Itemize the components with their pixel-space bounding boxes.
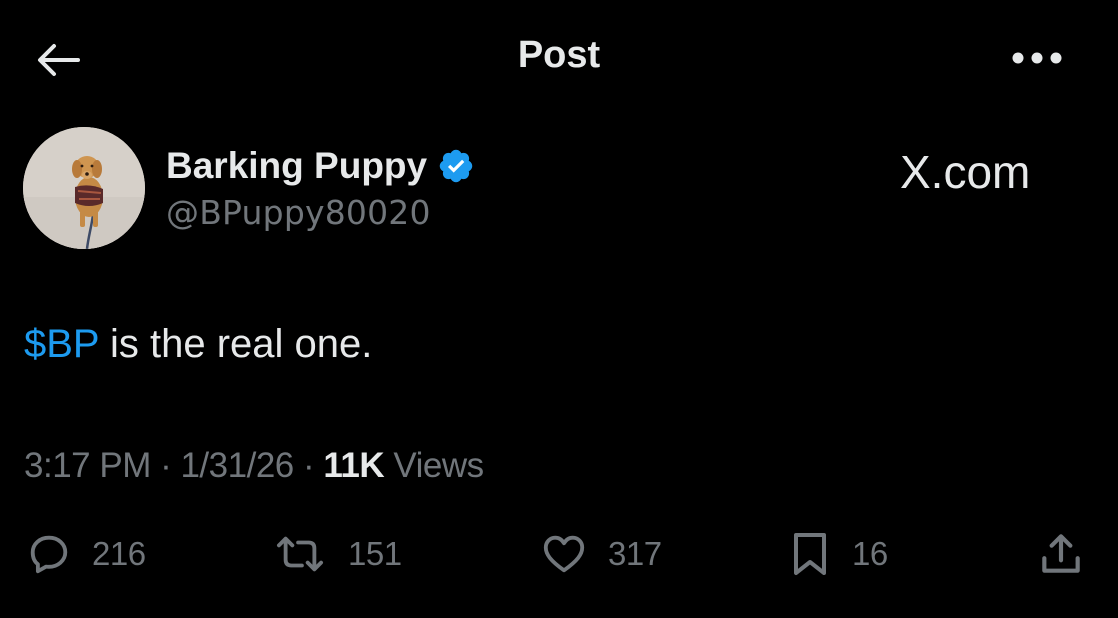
repost-button[interactable]: 151 <box>272 528 402 580</box>
bookmark-button[interactable]: 16 <box>788 528 888 580</box>
share-icon <box>1042 534 1080 573</box>
watermark-xcom: X.com <box>900 146 1031 198</box>
verified-badge-icon <box>439 149 473 183</box>
reply-count: 216 <box>92 535 146 572</box>
post-text-body: is the real one. <box>98 322 373 366</box>
author-name[interactable]: Barking Puppy <box>166 145 427 187</box>
avatar[interactable] <box>23 127 145 249</box>
post-date[interactable]: 1/31/26 <box>180 446 294 485</box>
meta-separator: · <box>293 446 324 485</box>
like-button[interactable]: 317 <box>540 528 662 580</box>
reply-button[interactable]: 216 <box>26 528 146 580</box>
post-meta: 3:17 PM · 1/31/26 · 11K Views <box>24 446 484 486</box>
heart-icon <box>543 535 585 573</box>
author-name-row: Barking Puppy <box>166 142 475 190</box>
author-handle[interactable]: @BPuppy80020 <box>166 193 431 232</box>
post-time[interactable]: 3:17 PM <box>24 446 151 485</box>
repost-count: 151 <box>348 535 402 572</box>
meta-separator: · <box>150 446 181 485</box>
repost-icon <box>277 536 324 572</box>
reply-icon <box>30 535 68 574</box>
views-label: Views <box>384 446 484 485</box>
post-text: $BP is the real one. <box>24 322 372 367</box>
bookmark-icon <box>794 533 826 575</box>
cashtag-link[interactable]: $BP <box>24 322 99 366</box>
bookmark-count: 16 <box>852 535 888 572</box>
views-count[interactable]: 11K <box>323 446 384 485</box>
page-title: Post <box>517 34 601 76</box>
share-button[interactable] <box>1036 528 1086 580</box>
puppy-avatar-image <box>23 127 145 249</box>
like-count: 317 <box>608 535 662 572</box>
more-horizontal-icon <box>1012 52 1062 64</box>
more-button[interactable] <box>1005 36 1069 80</box>
